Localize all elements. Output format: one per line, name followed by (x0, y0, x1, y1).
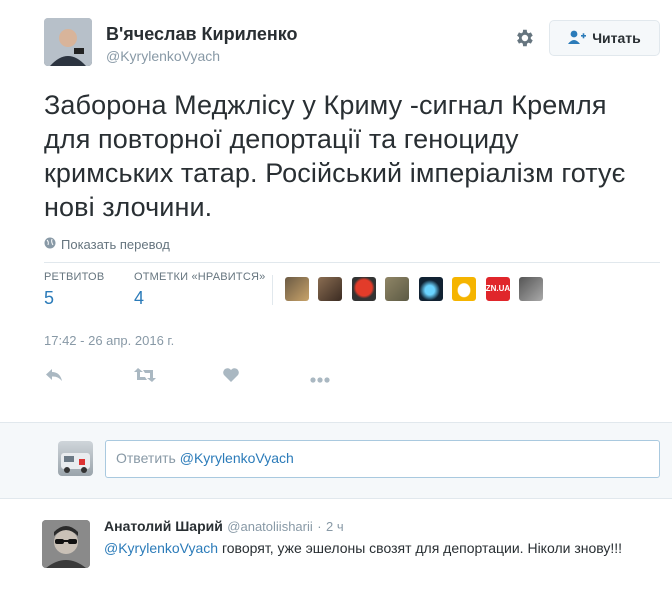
comment-author-name[interactable]: Анатолий Шарий (104, 518, 223, 534)
comment-author-photo (42, 520, 90, 568)
follow-button[interactable]: Читать (549, 20, 660, 56)
stats-separator (272, 275, 273, 305)
current-user-avatar (58, 441, 93, 476)
follow-user-icon (568, 30, 587, 47)
comment-mention[interactable]: @KyrylenkoVyach (104, 540, 218, 556)
liker-avatar[interactable] (452, 277, 477, 301)
liker-avatar[interactable] (418, 277, 443, 301)
liker-avatar[interactable] (285, 277, 309, 301)
likes-stat[interactable]: ОТМЕТКИ «НРАВИТСЯ» 4 (134, 271, 265, 309)
reply-mention: @KyrylenkoVyach (179, 450, 294, 466)
comment-header: Анатолий Шарий @anatoliishariі · 2 ч (104, 518, 344, 536)
author-photo (44, 18, 92, 66)
comment-author-handle[interactable]: @anatoliishariі (227, 519, 312, 534)
comment-text: @KyrylenkoVyach говорят, уже эшелоны сво… (104, 539, 644, 558)
liker-avatar[interactable] (519, 277, 544, 301)
reply-icon[interactable] (44, 366, 64, 384)
tweet-text: Заборона Меджлісу у Криму -сигнал Кремля… (44, 90, 626, 222)
likes-count: 4 (134, 288, 145, 308)
translate-label: Показать перевод (61, 237, 170, 252)
globe-icon (44, 237, 56, 252)
liker-avatar[interactable] (318, 277, 343, 301)
retweets-label: РЕТВИТОВ (44, 271, 105, 283)
retweet-icon[interactable] (133, 366, 157, 384)
tweet-timestamp[interactable]: 17:42 - 26 апр. 2016 г. (44, 333, 174, 348)
reply-placeholder: Ответить (116, 450, 180, 466)
author-name[interactable]: В'ячеслав Кириленко (106, 24, 298, 45)
liker-avatar[interactable] (351, 277, 376, 301)
liker-avatar[interactable] (385, 277, 410, 301)
comment-time[interactable]: 2 ч (326, 519, 344, 534)
author-avatar[interactable] (44, 18, 92, 66)
likes-label: ОТМЕТКИ «НРАВИТСЯ» (134, 271, 266, 283)
divider-top (44, 262, 660, 263)
liker-avatar[interactable]: ZN.UA (485, 277, 510, 301)
comment-author-avatar[interactable] (42, 520, 90, 568)
translate-link[interactable]: Показать перевод (44, 237, 170, 252)
retweets-stat[interactable]: РЕТВИТОВ 5 (44, 271, 104, 309)
current-user-photo (61, 453, 90, 473)
comment-body: говорят, уже эшелоны свозят для депортац… (218, 540, 623, 556)
comment-separator: · (317, 519, 322, 534)
retweets-count: 5 (44, 288, 55, 308)
likers-list: ZN.UA (285, 277, 548, 303)
liker-badge-text: ZN.UA (485, 284, 510, 293)
author-handle[interactable]: @KyrylenkoVyach (106, 48, 220, 64)
more-icon[interactable] (309, 371, 331, 383)
follow-label: Читать (592, 30, 641, 46)
reply-input[interactable]: Ответить @KyrylenkoVyach (105, 440, 660, 478)
gear-icon[interactable] (513, 27, 535, 49)
like-icon[interactable] (222, 367, 240, 383)
